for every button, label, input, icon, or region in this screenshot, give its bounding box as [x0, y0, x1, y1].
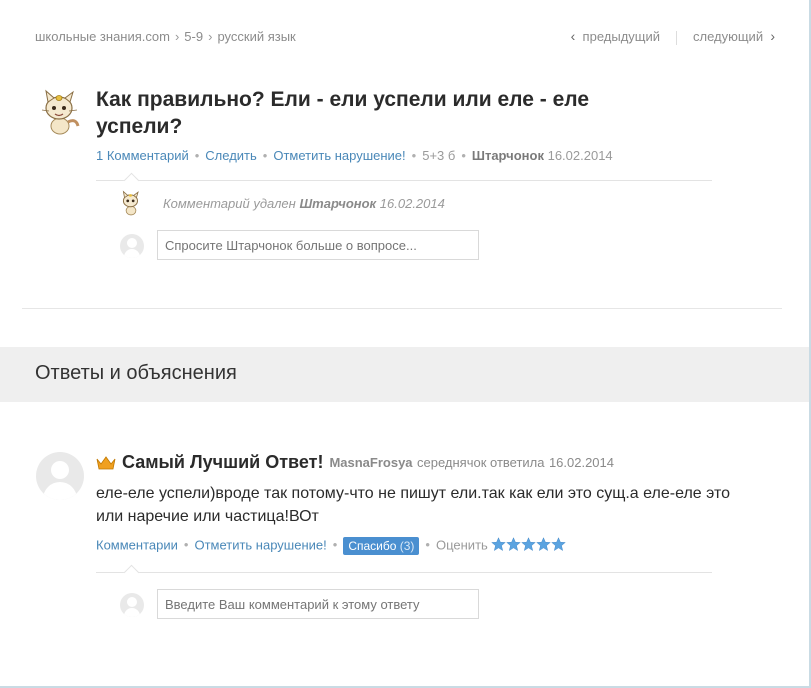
answer-author-rank: середнячок ответила: [416, 455, 545, 470]
dot-separator: •: [194, 148, 200, 163]
answer-author-avatar[interactable]: [36, 452, 84, 500]
answer-comment-input[interactable]: [157, 589, 479, 619]
answer-date: 16.02.2014: [548, 455, 615, 470]
question-author-name[interactable]: Штарчонок: [472, 148, 544, 163]
prev-question-link[interactable]: предыдущий: [583, 29, 660, 44]
best-answer-badge: Самый Лучший Ответ!: [122, 452, 324, 472]
question-points: 5+3 б: [422, 148, 456, 163]
cat-mascot-icon: [122, 190, 139, 216]
crown-icon: [96, 455, 116, 469]
breadcrumb-site[interactable]: школьные знания.com: [35, 29, 170, 44]
dot-separator: •: [332, 537, 338, 553]
chevron-right-icon: ›: [174, 29, 180, 45]
answer-comments-divider: [96, 572, 712, 573]
star-icon[interactable]: [490, 537, 506, 552]
answer-author-name[interactable]: MasnaFrosya: [329, 455, 412, 470]
chevron-right-icon[interactable]: ›: [770, 28, 775, 44]
section-divider: [22, 308, 782, 309]
answer-comments-link[interactable]: Комментарии: [96, 537, 178, 552]
deleted-comment: Комментарий удален Штарчонок 16.02.2014: [163, 196, 445, 211]
thanks-count: (3): [399, 539, 415, 553]
question-date: 16.02.2014: [547, 148, 613, 163]
divider-notch: [123, 172, 140, 189]
comment-author-name[interactable]: Штарчонок: [299, 196, 376, 211]
question-comments-divider: [96, 180, 712, 181]
deleted-comment-text: Комментарий удален: [163, 196, 296, 211]
divider-notch: [123, 564, 140, 581]
answers-section-header: Ответы и объяснения: [0, 347, 809, 402]
rating-stars[interactable]: [490, 537, 566, 555]
star-icon[interactable]: [550, 537, 566, 552]
question-meta: 1 Комментарий • Следить • Отметить нарушение…: [96, 148, 613, 163]
answer-text: еле-еле успели)вроде так потому-что не п…: [96, 485, 730, 525]
breadcrumb-subject[interactable]: русский язык: [217, 29, 295, 44]
rate-label: Оценить: [435, 537, 488, 553]
current-user-avatar: [120, 593, 144, 617]
answer-header: Самый Лучший Ответ! MasnaFrosya середнячо…: [96, 452, 614, 473]
comment-date: 16.02.2014: [379, 196, 445, 211]
question-author-avatar[interactable]: [36, 88, 84, 136]
chevron-left-icon[interactable]: ‹: [571, 28, 576, 44]
star-icon[interactable]: [535, 537, 551, 552]
answers-section-title: Ответы и объяснения: [35, 362, 237, 384]
chevron-right-icon: ›: [208, 29, 213, 45]
comment-author-avatar[interactable]: [118, 190, 144, 216]
follow-link[interactable]: Следить: [205, 148, 257, 163]
next-question-link[interactable]: следующий: [693, 29, 763, 44]
thanks-label: Спасибо: [348, 539, 397, 553]
question-title: Как правильно? Ели - ели успели или еле …: [96, 88, 589, 138]
thanks-button[interactable]: Спасибо (3): [343, 537, 420, 555]
dot-separator: •: [461, 148, 466, 163]
cat-mascot-icon: [41, 89, 80, 135]
pager-divider: [676, 30, 677, 45]
star-icon[interactable]: [505, 537, 521, 552]
report-question-link[interactable]: Отметить нарушение!: [273, 148, 405, 163]
top-bar: школьные знания.com › 5-9 › русский язык ‹ п…: [35, 28, 775, 46]
report-answer-link[interactable]: Отметить нарушение!: [194, 537, 326, 552]
breadcrumb: школьные знания.com › 5-9 › русский язык: [35, 28, 296, 44]
dot-separator: •: [183, 537, 189, 553]
current-user-avatar: [120, 234, 144, 258]
breadcrumb-grade[interactable]: 5-9: [184, 29, 203, 44]
dot-separator: •: [411, 148, 417, 163]
question-comment-input[interactable]: [157, 230, 479, 260]
answer-meta: Комментарии • Отметить нарушение! • Спасибо …: [96, 537, 566, 555]
question-comments-link[interactable]: 1 Комментарий: [96, 148, 189, 163]
dot-separator: •: [262, 148, 268, 163]
star-icon[interactable]: [520, 537, 536, 552]
question-pager: ‹ предыдущий следующий ›: [571, 28, 775, 45]
dot-separator: •: [425, 537, 430, 553]
